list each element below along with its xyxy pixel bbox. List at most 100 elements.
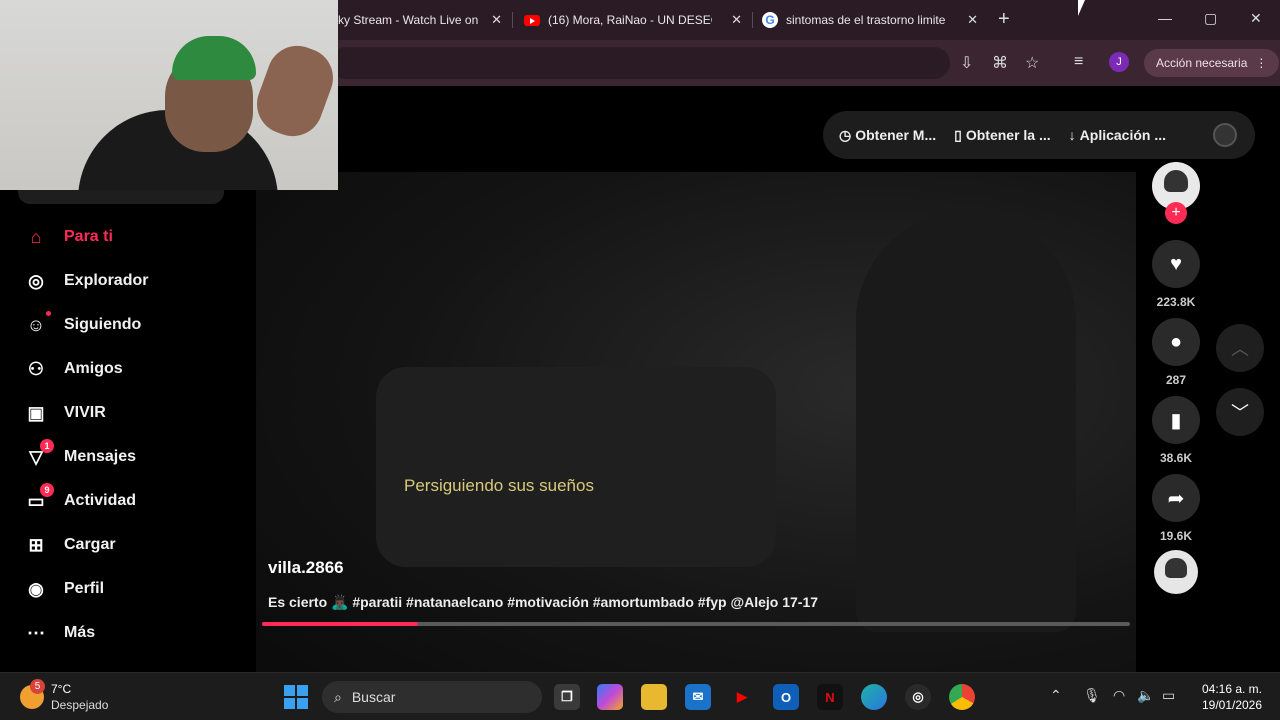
microphone-icon[interactable]: 🎙 [1083,687,1101,704]
following-icon: ☺ [24,311,51,337]
phone-icon: ▯ [954,126,962,143]
sidebar-item-label: Mensajes [64,448,137,465]
close-icon[interactable]: ✕ [731,12,742,28]
windows-logo-icon [284,685,295,696]
youtube-icon [524,14,540,26]
desktop-app-button[interactable]: ↓ Aplicación ... [1069,127,1166,143]
sidebar-item-label: Más [64,624,96,641]
sidebar-item-label: Perfil [64,580,105,597]
volume-icon[interactable]: 🔈 [1137,687,1154,704]
clock-date[interactable]: 19/01/2026 [1196,698,1268,712]
outlook-icon[interactable]: O [773,684,799,710]
save-button[interactable]: ▮ [1152,396,1200,444]
share-button[interactable]: ➦ [1152,474,1200,522]
chevron-up-icon[interactable]: ⌃ [1050,687,1062,704]
video-progress-fill [262,622,419,626]
sidebar-item-cargar[interactable]: ⊞ Cargar [24,531,116,559]
install-app-icon[interactable]: ⇩ [960,53,973,73]
like-button[interactable]: ♥ [1152,240,1200,288]
activity-badge: 9 [40,483,54,497]
tab-title: ky Stream - Watch Live on [338,13,478,27]
notification-dot [46,311,51,316]
webcam-overlay [0,0,338,190]
minimize-icon[interactable]: — [1158,10,1172,26]
sidebar-item-para-ti[interactable]: ⌂ Para ti [24,223,113,251]
sidebar-item-vivir[interactable]: ▣ VIVIR [24,399,105,427]
tab-google[interactable]: G sintomas de el trastorno limite ✕ [762,6,984,34]
copilot-icon[interactable] [597,684,623,710]
chrome-icon[interactable] [949,684,975,710]
sidebar-item-mas[interactable]: ⋯ Más [24,619,95,647]
sidebar-item-label: Explorador [64,272,149,289]
sidebar-item-siguiendo[interactable]: ☺ Siguiendo [24,311,141,339]
google-icon: G [762,12,778,28]
previous-video-button[interactable]: ︿ [1216,324,1264,372]
wifi-icon[interactable]: ◠ [1113,687,1125,704]
comment-icon: ● [1169,330,1183,353]
get-app-button[interactable]: ▯ Obtener la ... [954,127,1051,144]
sidebar-item-actividad[interactable]: ▭ 9 Actividad [24,483,137,515]
outlook-new-icon[interactable]: ✉ [685,684,711,710]
new-tab-button[interactable]: + [998,9,1010,29]
sidebar-item-label: Cargar [64,536,116,553]
comment-count: 287 [1165,373,1187,387]
user-avatar[interactable] [1213,123,1237,147]
friends-icon: ⚇ [27,358,45,379]
obs-icon[interactable]: ◎ [905,684,931,710]
kebab-menu-icon: ⋮ [1255,56,1268,70]
translate-icon[interactable]: ⌘ [992,53,1008,73]
taskbar-search[interactable]: ⌕ Buscar [322,681,542,713]
comment-button[interactable]: ● [1152,318,1200,366]
desktop-app-label: Aplicación ... [1079,127,1167,143]
sidebar-item-explorador[interactable]: ◎ Explorador [24,267,148,295]
close-icon[interactable]: ✕ [491,12,502,28]
start-button[interactable] [284,685,308,709]
clock-time[interactable]: 04:16 a. m. [1196,682,1268,696]
webcam-hand [248,37,338,145]
close-icon[interactable]: ✕ [967,12,978,28]
get-coins-button[interactable]: ◷ Obtener M... [839,127,936,144]
weather-description[interactable]: Despejado [51,698,108,712]
tab-kick-stream[interactable]: ky Stream - Watch Live on ✕ [338,6,508,34]
music-disc[interactable] [1154,550,1198,594]
download-icon: ↓ [1068,127,1076,143]
video-subtitle: Persiguiendo sus sueños [404,476,594,495]
close-window-icon[interactable]: ✕ [1250,10,1262,27]
video-progress-bar[interactable] [262,622,1130,626]
taskbar-search-placeholder: Buscar [351,689,396,705]
netflix-icon[interactable]: N [817,684,843,710]
sidebar-item-label: Actividad [64,492,137,509]
home-icon: ⌂ [30,226,42,247]
address-bar[interactable] [330,47,950,79]
like-count: 223.8K [1156,295,1196,309]
search-icon: ⌕ [334,688,342,705]
heart-icon: ♥ [1170,252,1182,275]
profile-avatar[interactable]: J [1109,52,1129,72]
sidebar-item-amigos[interactable]: ⚇ Amigos [24,355,123,383]
task-view-icon[interactable]: ❐ [554,684,580,710]
tab-title: (16) Mora, RaiNao - UN DESEO [548,13,712,27]
weather-temperature[interactable]: 7°C [51,682,71,696]
get-coins-label: Obtener M... [855,127,937,143]
video-username[interactable]: villa.2866 [268,558,344,578]
file-explorer-icon[interactable] [641,684,667,710]
bookmark-star-icon[interactable]: ☆ [1025,53,1039,73]
edge-icon[interactable] [861,684,887,710]
sidebar-item-mensajes[interactable]: ▽ 1 Mensajes [24,439,137,471]
next-video-button[interactable]: ﹀ [1216,388,1264,436]
video-description: Es cierto 🙇🏿‍♂️ #paratii #natanaelcano #… [268,594,819,610]
share-count: 19.6K [1159,529,1193,543]
maximize-icon[interactable]: ▢ [1204,10,1217,27]
sidebar-item-perfil[interactable]: ◉ Perfil [24,575,104,603]
battery-icon[interactable]: ▭ [1162,687,1175,704]
weather-badge: 5 [30,679,45,694]
youtube-app-icon[interactable]: ▶ [729,684,755,710]
media-control-icon[interactable]: ≡ [1074,53,1083,71]
sidebar-item-label: Para ti [64,228,113,245]
tab-separator [752,12,753,28]
action-required-button[interactable]: Acción necesaria ⋮ [1144,49,1280,77]
follow-plus-icon[interactable]: + [1165,202,1187,224]
tab-youtube[interactable]: (16) Mora, RaiNao - UN DESEO ✕ [524,6,748,34]
video-player[interactable] [256,172,1136,712]
share-arrow-icon: ➦ [1167,487,1185,510]
